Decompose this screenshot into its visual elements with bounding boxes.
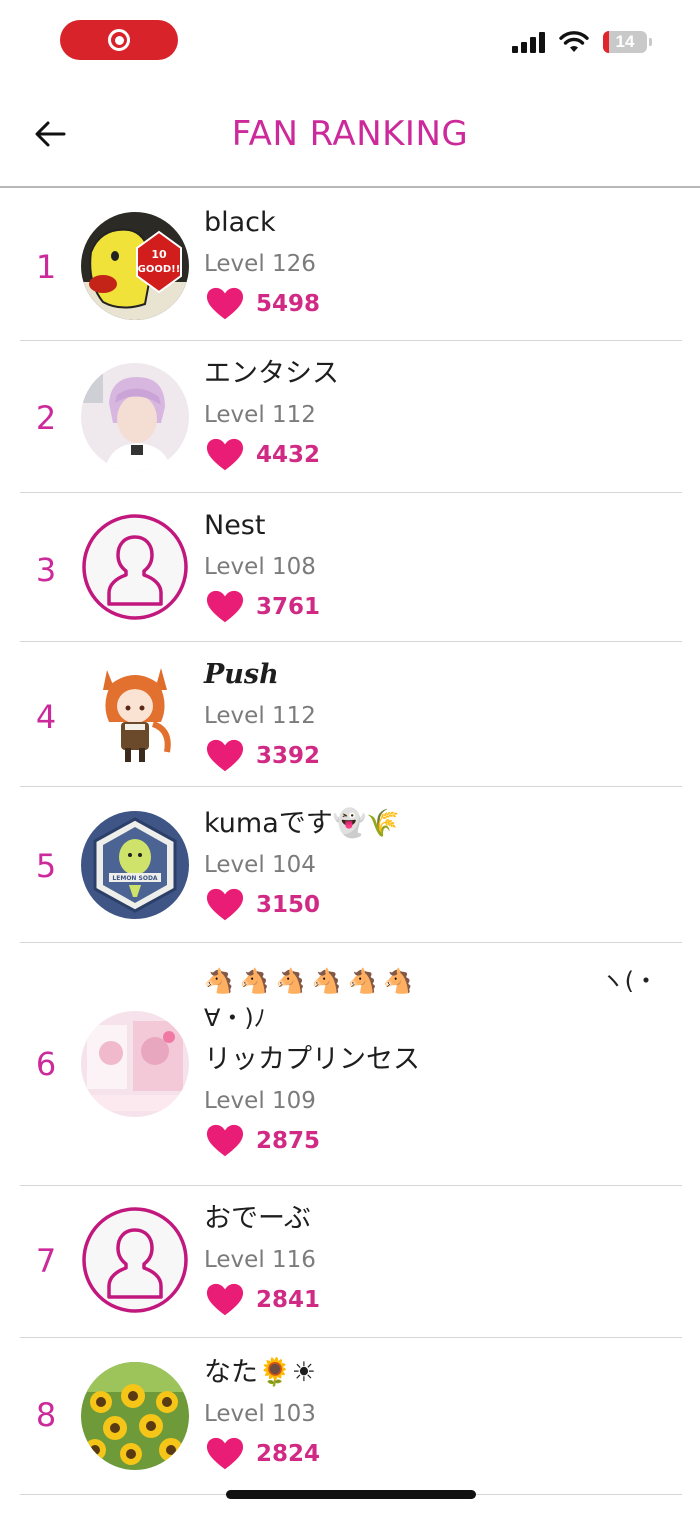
horse-emoji-row: 🐴🐴🐴🐴🐴🐴 <box>204 967 420 995</box>
status-bar: 14 <box>0 0 700 80</box>
rank-number: 5 <box>35 847 57 885</box>
like-count: 3761 <box>256 594 321 620</box>
default-user-icon[interactable] <box>81 1206 189 1314</box>
user-name-line-1: 🐴🐴🐴🐴🐴🐴 ヽ(・ <box>204 963 670 999</box>
app-header: FAN RANKING <box>0 82 700 186</box>
list-item[interactable]: 3 Nest Level 108 3761 <box>0 493 700 642</box>
rank-number: 7 <box>35 1242 57 1280</box>
heart-icon <box>206 1436 244 1472</box>
avatar[interactable]: 10 GOOD!! <box>81 212 189 320</box>
user-name: エンタシス <box>204 358 339 389</box>
avatar[interactable] <box>81 363 189 471</box>
battery-icon: 14 <box>603 31 647 53</box>
user-level: Level 116 <box>204 1247 316 1273</box>
rank-number: 3 <box>35 551 57 589</box>
user-name: リッカプリンセス <box>204 1044 420 1075</box>
rank-number: 6 <box>35 1045 57 1083</box>
like-count: 2824 <box>256 1441 321 1467</box>
heart-icon <box>206 286 244 322</box>
user-level: Level 108 <box>204 554 316 580</box>
list-item[interactable]: 2 エンタシス Level 112 4432 <box>0 341 700 493</box>
kaomoji-start: ヽ(・ <box>600 967 658 995</box>
user-level: Level 126 <box>204 251 316 277</box>
avatar[interactable] <box>81 1362 189 1470</box>
heart-icon <box>206 738 244 774</box>
heart-icon <box>206 887 244 923</box>
user-name: Nest <box>204 510 266 541</box>
avatar[interactable] <box>81 660 189 768</box>
avatar[interactable] <box>81 1011 189 1117</box>
list-item[interactable]: 7 おでーぶ Level 116 2841 <box>0 1186 700 1338</box>
battery-level: 14 <box>615 32 635 51</box>
like-count: 2841 <box>256 1287 321 1313</box>
svg-text:10: 10 <box>151 248 167 261</box>
heart-icon <box>206 1282 244 1318</box>
page-title: FAN RANKING <box>231 114 469 154</box>
rank-number: 1 <box>35 248 57 286</box>
user-level: Level 104 <box>204 852 316 878</box>
user-level: Level 112 <box>204 703 316 729</box>
like-count: 3150 <box>256 892 321 918</box>
user-name: kumaです👻🌾 <box>204 808 401 839</box>
like-count: 3392 <box>256 743 321 769</box>
user-name: なた🌻☀ <box>204 1357 316 1388</box>
heart-icon <box>206 1123 244 1159</box>
list-item[interactable]: 1 10 GOOD!! black Level 126 5498 <box>0 188 700 341</box>
screen-recording-indicator[interactable] <box>60 20 178 60</box>
like-count: 2875 <box>256 1128 321 1154</box>
rank-number: 2 <box>35 399 57 437</box>
record-icon <box>108 29 130 51</box>
svg-text:GOOD!!: GOOD!! <box>138 264 181 275</box>
list-item[interactable]: 5 LEMON SODA kumaです👻🌾 Level 104 3150 <box>0 787 700 943</box>
user-name-line-2: ∀・)ﾉ <box>204 1004 266 1032</box>
rank-number: 8 <box>35 1396 57 1434</box>
avatar[interactable]: LEMON SODA <box>81 811 189 919</box>
like-count: 4432 <box>256 442 321 468</box>
cellular-signal-icon <box>512 31 545 53</box>
user-level: Level 103 <box>204 1401 316 1427</box>
home-indicator[interactable] <box>226 1490 476 1499</box>
user-name: Push <box>204 659 279 690</box>
svg-text:LEMON SODA: LEMON SODA <box>112 875 158 882</box>
list-item[interactable]: 8 なた🌻☀ Level 103 2824 <box>0 1338 700 1493</box>
list-item[interactable]: 4 Push Level 112 3392 <box>0 642 700 787</box>
wifi-icon <box>559 31 589 52</box>
user-level: Level 109 <box>204 1088 316 1114</box>
rank-number: 4 <box>35 698 57 736</box>
heart-icon <box>206 437 244 473</box>
user-level: Level 112 <box>204 402 316 428</box>
user-name: black <box>204 207 276 238</box>
heart-icon <box>206 589 244 625</box>
list-item[interactable]: 6 🐴🐴🐴🐴🐴🐴 ヽ(・ ∀・)ﾉ リッカプリンセス Level 109 287… <box>0 943 700 1186</box>
user-name: おでーぶ <box>204 1203 311 1234</box>
ranking-list: 1 10 GOOD!! black Level 126 5498 2 エンタシス… <box>0 188 700 1493</box>
default-user-icon[interactable] <box>81 513 189 621</box>
like-count: 5498 <box>256 291 321 317</box>
